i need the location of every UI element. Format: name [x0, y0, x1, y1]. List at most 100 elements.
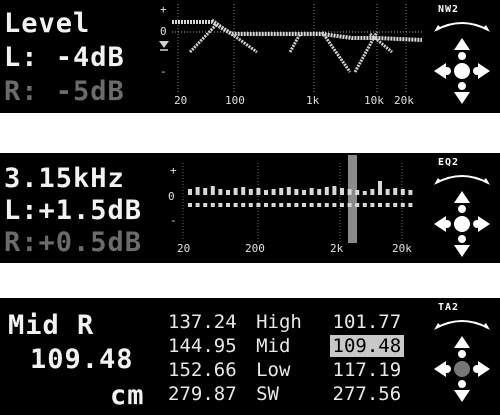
ta-row-left: 279.87	[168, 383, 237, 405]
selected-band-marker	[348, 155, 357, 243]
eq-band-bar	[378, 181, 382, 195]
eq-band-bar	[226, 190, 230, 195]
freq-tick-100: 100	[225, 94, 245, 107]
eq-scale-minus: -	[170, 214, 177, 227]
ta-value: 109.48	[30, 344, 134, 375]
eq-band-dot	[370, 203, 375, 207]
ta-row-right[interactable]: 117.19	[330, 359, 405, 381]
eq-band-dot	[302, 203, 306, 207]
eq-band-dot	[226, 203, 230, 207]
dpad-icon[interactable]	[432, 334, 492, 404]
eq-band-dot	[256, 203, 261, 207]
eq-tick-20: 20	[177, 242, 191, 255]
eq-band-bar	[340, 188, 344, 195]
eq-band-dot	[271, 203, 276, 207]
level-left-value: L: -4dB	[4, 42, 125, 73]
eq-band-dot	[309, 203, 314, 207]
eq-band-dot	[324, 203, 329, 207]
eq-band-dot	[188, 203, 192, 207]
eq-scale-zero: 0	[168, 190, 175, 203]
eq-panel: 3.15kHz L:+1.5dB R:+0.5dB + 0 - 20 200 2…	[0, 153, 500, 263]
eq-band-dot	[408, 203, 413, 207]
eq-right-gain: R:+0.5dB	[4, 227, 143, 258]
eq-band-bar	[264, 190, 268, 195]
eq-band-bar	[332, 186, 337, 195]
ta-row-right[interactable]: 101.77	[330, 311, 405, 333]
ta-row: 144.95 Mid 109.48	[168, 334, 405, 358]
level-right-value: R: -5dB	[4, 76, 125, 107]
triangle-down-icon	[159, 41, 169, 51]
eq-band-dot	[347, 203, 352, 207]
eq-band-dot	[340, 203, 344, 207]
eq-band-bar	[195, 187, 200, 195]
eq-band-bar	[408, 190, 413, 195]
ta-row: 137.24 High 101.77	[168, 310, 404, 334]
eq-band-bar	[241, 187, 246, 195]
eq-tick-200: 200	[245, 242, 265, 255]
eq-band-bar	[317, 189, 322, 195]
ta-row-label: SW	[256, 383, 279, 405]
eq-band-dot	[332, 203, 337, 207]
eq-band-bar	[324, 187, 329, 195]
ta-row: 279.87 SW 277.56	[168, 382, 404, 406]
eq-band-dot	[294, 203, 299, 207]
arc-arrows-icon	[434, 175, 490, 185]
freq-tick-1k: 1k	[306, 94, 320, 107]
ta-row-label: High	[256, 311, 302, 333]
eq-band-bar	[393, 188, 398, 195]
eq-band-bar	[248, 189, 253, 195]
ta-row-left: 137.24	[168, 311, 237, 333]
ta-title: Mid R	[8, 310, 95, 341]
eq-band-dot	[355, 203, 360, 207]
eq-band-dot	[393, 203, 398, 207]
eq-band-dot	[248, 203, 253, 207]
eq-band-dot	[317, 203, 322, 207]
scale-plus-label: +	[160, 3, 167, 16]
level-title: Level	[4, 8, 91, 39]
eq-band-bar	[203, 188, 208, 195]
eq-band-bar	[400, 189, 405, 195]
ta-row-right-selected[interactable]: 109.48	[329, 335, 405, 357]
freq-tick-20: 20	[174, 94, 188, 107]
eq-band-bar	[370, 189, 375, 195]
level-panel: Level L: -4dB R: -5dB + 0 - 20 100 1k 10…	[0, 0, 500, 113]
eq-tick-20k: 20k	[392, 242, 412, 255]
ta-row: 152.66 Low 117.19	[168, 358, 404, 382]
eq-band-dot	[378, 203, 382, 207]
ta-table: 137.24 High 101.77 144.95 Mid 109.48 152…	[168, 310, 405, 406]
eq-band-bar	[233, 188, 238, 195]
eq-bands-graph	[182, 155, 413, 243]
eq-band-dot	[203, 203, 208, 207]
freq-tick-20k: 20k	[394, 94, 414, 107]
eq-band-bar	[347, 189, 352, 195]
eq-band-bar	[385, 189, 390, 195]
eq-band-bar	[256, 188, 261, 195]
eq-band-bar	[286, 187, 291, 195]
eq-band-dot	[233, 203, 238, 207]
ta-row-left: 144.95	[168, 335, 237, 357]
eq-band-dot	[218, 203, 223, 207]
eq-tick-2k: 2k	[330, 242, 344, 255]
eq-band-dot	[286, 203, 291, 207]
freq-tick-10k: 10k	[364, 94, 384, 107]
time-alignment-panel: Mid R 109.48 cm 137.24 High 101.77 144.9…	[0, 298, 500, 415]
eq-band-bar	[218, 189, 223, 195]
scale-minus-label: -	[160, 65, 167, 78]
level-curve-graph	[172, 4, 422, 94]
eq-band-dot	[400, 203, 405, 207]
eq-band-bar	[309, 188, 314, 195]
dpad-icon[interactable]	[432, 36, 492, 106]
eq-band-bar	[210, 186, 215, 195]
dpad-icon[interactable]	[432, 189, 492, 259]
eq-band-bar	[279, 188, 284, 195]
eq-band-bar	[188, 189, 192, 195]
eq-band-dot	[362, 203, 367, 207]
eq-band-bar	[355, 190, 360, 195]
eq-band-dot	[264, 203, 268, 207]
eq-band-dot	[385, 203, 390, 207]
eq-band-bar	[294, 189, 299, 195]
ta-unit: cm	[110, 380, 145, 411]
eq-band-dot	[195, 203, 200, 207]
ta-row-label: Low	[256, 359, 291, 381]
ta-row-right[interactable]: 277.56	[330, 383, 405, 405]
